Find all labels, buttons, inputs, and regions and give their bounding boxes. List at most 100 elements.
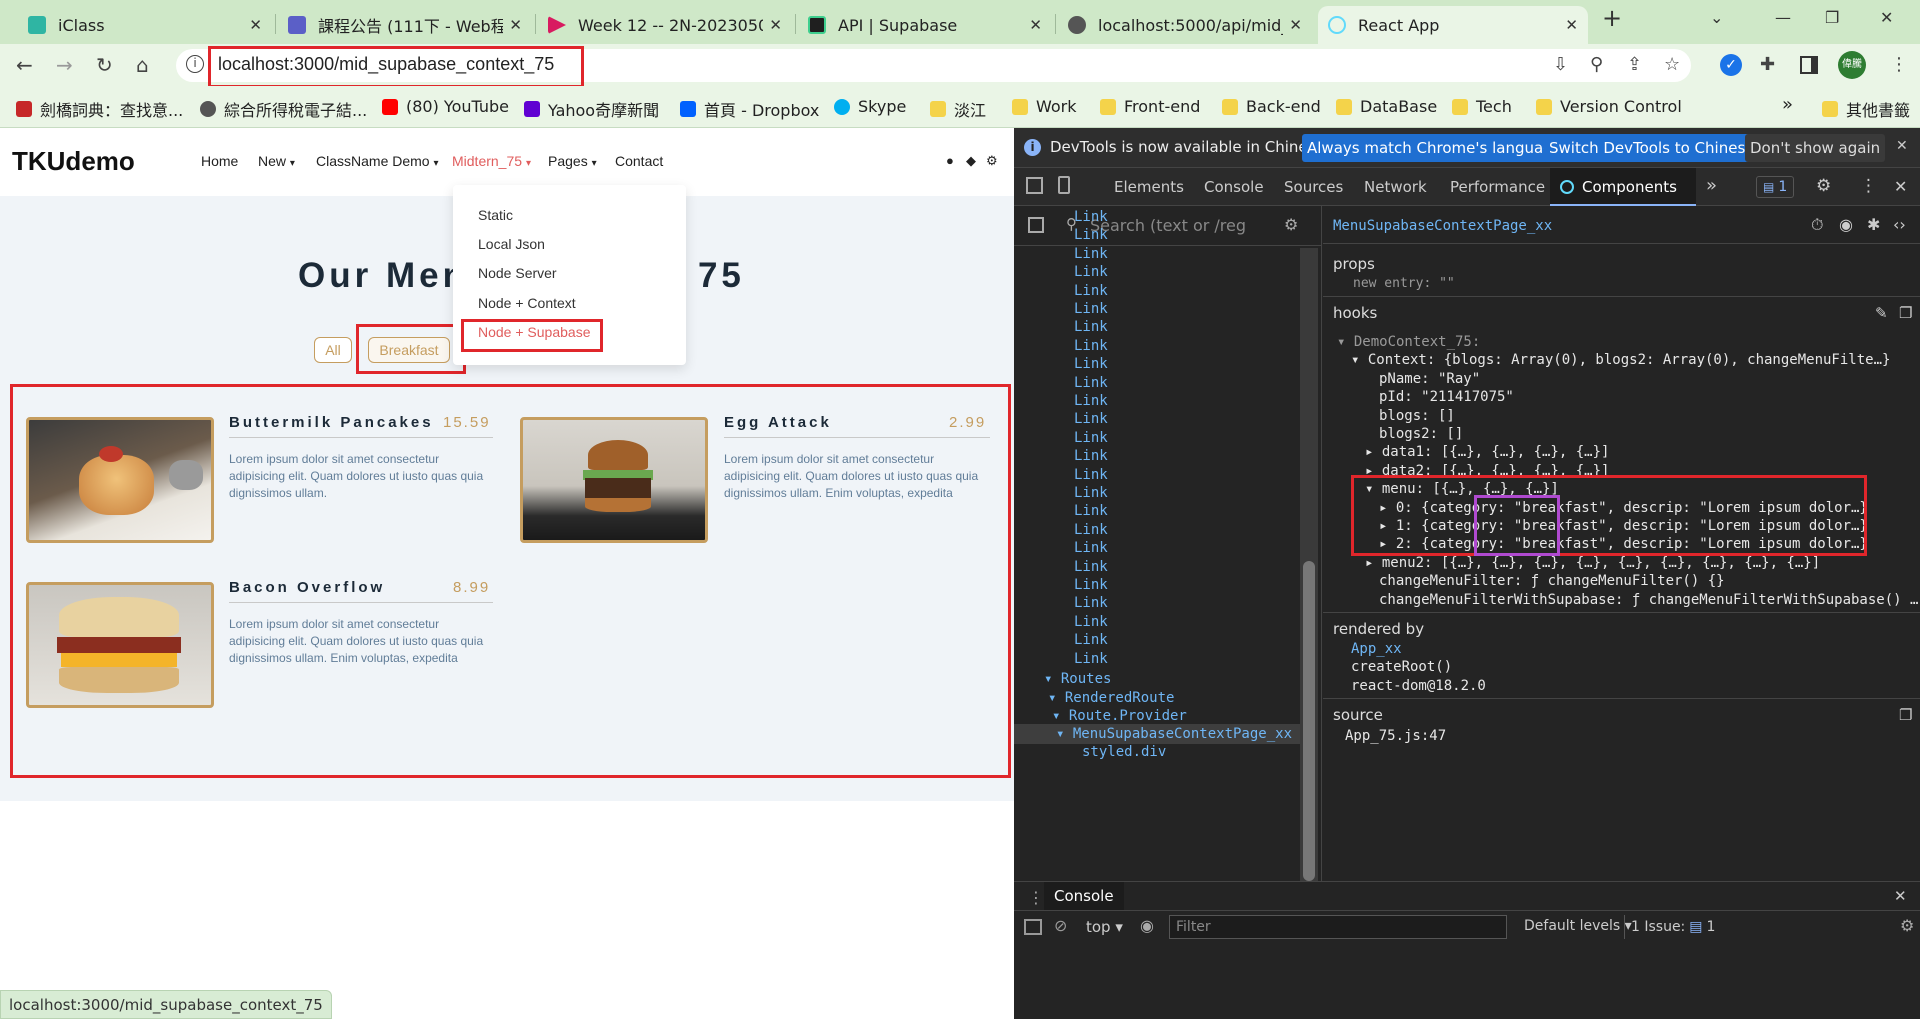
tree-node-link[interactable]: Link [1074,559,1108,575]
tree-node-route-provider[interactable]: ▾ Route.Provider [1052,708,1187,724]
tree-node-link[interactable]: Link [1074,338,1108,354]
tree-node-link[interactable]: Link [1074,651,1108,667]
browser-tab[interactable]: API | Supabase ✕ [798,6,1052,44]
tree-scrollbar-thumb[interactable] [1303,561,1315,881]
drawer-menu-icon[interactable]: ⋮ [1028,888,1044,907]
nav-link-midtern[interactable]: Midtern_75 ▾ [452,153,531,169]
site-info-icon[interactable]: i [186,55,204,73]
zoom-icon[interactable]: ⚲ [1590,54,1603,75]
tree-node-styled-div[interactable]: styled.div [1082,744,1166,760]
always-match-language-button[interactable]: Always match Chrome's language [1302,134,1567,162]
dropdown-item-node-server[interactable]: Node Server [478,265,557,281]
tree-node-link[interactable]: Link [1074,485,1108,501]
tree-node-link[interactable]: Link [1074,227,1108,243]
tree-node-link[interactable]: Link [1074,375,1108,391]
close-tab-icon[interactable]: ✕ [1289,16,1302,34]
bookmark-folder[interactable]: 淡江 [930,97,986,121]
tab-performance[interactable]: Performance [1450,178,1545,196]
nav-link-new[interactable]: New ▾ [258,153,295,169]
browser-tab[interactable]: 課程公告 (111下 - Web程式 ✕ [278,6,532,44]
stopwatch-icon[interactable]: ⏱ [1811,215,1823,235]
close-drawer-icon[interactable]: ✕ [1894,887,1907,905]
close-tab-icon[interactable]: ✕ [1565,16,1578,34]
tree-node-link[interactable]: Link [1074,411,1108,427]
code-icon[interactable]: ‹› [1893,215,1906,234]
eye-icon[interactable]: ◉ [1839,215,1853,234]
console-drawer-tab[interactable]: Console [1044,882,1124,910]
tree-node-link[interactable]: Link [1074,319,1108,335]
clear-console-icon[interactable]: ⊘ [1054,916,1067,935]
dont-show-again-button[interactable]: Don't show again [1745,134,1886,162]
tree-node-link[interactable]: Link [1074,264,1108,280]
bug-icon[interactable]: ✱ [1867,215,1880,234]
tree-node-link[interactable]: Link [1074,522,1108,538]
filter-all-button[interactable]: All [314,337,352,363]
tree-node-link[interactable]: Link [1074,595,1108,611]
rendered-by-app[interactable]: App_xx [1351,641,1402,657]
bookmark-item[interactable]: 劍橋詞典：查找意... [16,97,183,121]
component-search-input[interactable]: Search (text or /reg [1090,216,1246,235]
tree-node-link[interactable]: Link [1074,467,1108,483]
tree-node-menusupabasecontextpage[interactable]: ▾ MenuSupabaseContextPage_xx [1056,726,1292,742]
minimize-icon[interactable]: — [1775,8,1791,27]
home-icon[interactable]: ⌂ [136,53,149,77]
gear-icon[interactable]: ⚙ [986,153,998,169]
bookmarks-overflow-button[interactable]: » [1782,94,1793,115]
issues-badge[interactable]: ▤ 1 [1756,176,1795,198]
bookmark-star-icon[interactable]: ☆ [1664,54,1680,75]
bookmark-folder[interactable]: Front-end [1100,97,1200,116]
close-tab-icon[interactable]: ✕ [509,16,522,34]
close-window-icon[interactable]: ✕ [1880,8,1893,27]
sidebar-toggle-icon[interactable] [1024,919,1042,935]
tree-node-link[interactable]: Link [1074,393,1108,409]
diamond-icon[interactable]: ◆ [966,153,976,169]
switch-to-chinese-button[interactable]: Switch DevTools to Chinese [1544,134,1760,162]
other-bookmarks-folder[interactable]: 其他書籤 [1822,97,1910,121]
tab-components[interactable]: Components [1550,168,1696,206]
issues-counter[interactable]: 1 Issue: ▤ 1 [1624,915,1721,939]
tree-node-link[interactable]: Link [1074,246,1108,262]
bookmark-item[interactable]: 綜合所得稅電子結... [200,97,367,121]
bookmark-folder[interactable]: Work [1012,97,1077,116]
new-tab-icon[interactable]: + [1602,4,1622,32]
devtools-menu-icon[interactable]: ⋮ [1860,176,1877,196]
magic-wand-icon[interactable]: ✎ [1875,304,1888,322]
settings-gear-icon[interactable]: ⚙ [1284,215,1298,234]
tab-sources[interactable]: Sources [1284,178,1343,196]
browser-tab[interactable]: Week 12 -- 2N-20230503 ✕ [538,6,792,44]
copy-icon[interactable]: ❐ [1899,706,1912,724]
tab-network[interactable]: Network [1364,178,1427,196]
source-location[interactable]: App_75.js:47 [1345,728,1446,744]
console-filter-input[interactable]: Filter [1169,915,1507,939]
tab-search-icon[interactable]: ⌄ [1710,8,1723,27]
bookmark-folder[interactable]: DataBase [1336,97,1437,116]
bookmark-folder[interactable]: Tech [1452,97,1512,116]
browser-tab[interactable]: iClass ✕ [18,6,272,44]
browser-tab[interactable]: localhost:5000/api/mid_7 ✕ [1058,6,1312,44]
props-new-entry[interactable]: new entry: "" [1353,276,1455,291]
tree-node-renderedroute[interactable]: ▾ RenderedRoute [1048,690,1174,706]
close-tab-icon[interactable]: ✕ [769,16,782,34]
github-icon[interactable]: ● [946,153,954,168]
dropdown-item-static[interactable]: Static [478,207,513,223]
default-levels-dropdown[interactable]: Default levels ▾ [1524,918,1632,934]
close-devtools-icon[interactable]: ✕ [1894,177,1907,196]
settings-gear-icon[interactable]: ⚙ [1900,916,1914,935]
dropdown-item-node-context[interactable]: Node + Context [478,295,576,311]
close-tab-icon[interactable]: ✕ [249,16,262,34]
tree-node-link[interactable]: Link [1074,448,1108,464]
bookmark-item[interactable]: Yahoo奇摩新聞 [524,97,659,121]
settings-gear-icon[interactable]: ⚙ [1816,176,1831,196]
tree-node-link[interactable]: Link [1074,632,1108,648]
tree-node-routes[interactable]: ▾ Routes [1044,671,1111,687]
tree-node-link[interactable]: Link [1074,356,1108,372]
nav-link-contact[interactable]: Contact [615,153,663,169]
hook-line[interactable]: ▸ menu2: [{…}, {…}, {…}, {…}, {…}, {…}, … [1365,555,1820,571]
tree-node-link[interactable]: Link [1074,614,1108,630]
bookmark-item[interactable]: 首頁 - Dropbox [680,97,819,121]
tree-node-link[interactable]: Link [1074,283,1108,299]
extensions-puzzle-icon[interactable]: ✚ [1760,54,1775,75]
tab-elements[interactable]: Elements [1114,178,1184,196]
reload-icon[interactable]: ↻ [96,53,113,77]
nav-link-pages[interactable]: Pages ▾ [548,153,597,169]
